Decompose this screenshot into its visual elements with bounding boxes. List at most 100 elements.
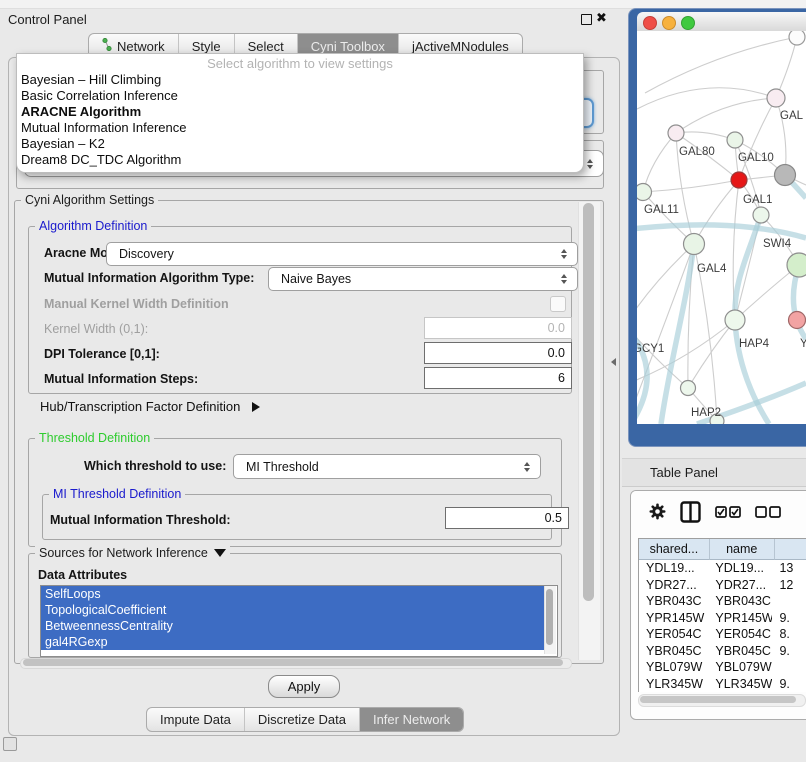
close-window-icon[interactable] (643, 16, 657, 30)
network-node[interactable] (787, 253, 806, 277)
network-node-label: HAP2 (691, 407, 721, 419)
table-cell: YBR045C (708, 643, 772, 660)
algorithm-option[interactable]: Basic Correlation Inference (17, 88, 583, 104)
settings-scrollbar-thumb[interactable] (583, 203, 594, 601)
column-header-name[interactable]: name (710, 539, 775, 560)
data-attribute-item[interactable]: BetweennessCentrality (41, 618, 546, 634)
aracne-mode-combo[interactable]: Discovery (106, 242, 578, 266)
kernel-width-label: Kernel Width (0,1): (44, 322, 148, 336)
split-columns-icon[interactable] (680, 501, 701, 528)
mi-threshold-label: Mutual Information Threshold: (50, 513, 231, 527)
network-node[interactable] (753, 207, 769, 223)
table-panel-title: Table Panel (622, 465, 718, 480)
network-edge[interactable] (739, 98, 776, 180)
mi-steps-field[interactable]: 6 (424, 367, 572, 389)
table-cell: 9. (772, 643, 806, 660)
network-node[interactable] (789, 31, 805, 45)
dropdown-placeholder: Select algorithm to view settings (17, 54, 583, 72)
dropdown-items: Bayesian – Hill ClimbingBasic Correlatio… (17, 72, 583, 168)
algorithm-option[interactable]: Bayesian – Hill Climbing (17, 72, 583, 88)
table-cell: YBR043C (708, 593, 772, 610)
network-window-titlebar[interactable] (637, 12, 806, 31)
minimize-window-icon[interactable] (662, 16, 676, 30)
kernel-width-field[interactable]: 0.0 (424, 317, 572, 339)
network-node[interactable] (767, 89, 785, 107)
algorithm-option[interactable]: Mutual Information Inference (17, 120, 583, 136)
table-row[interactable]: YBR045CYBR045C9. (639, 643, 806, 660)
collapsed-panel-icon[interactable] (3, 737, 17, 751)
attr-list-scrollbar-thumb[interactable] (546, 589, 553, 645)
table-header-row: shared... name (639, 539, 806, 560)
network-edge[interactable] (735, 265, 799, 320)
network-node[interactable] (668, 125, 684, 141)
algorithm-option[interactable]: Dream8 DC_TDC Algorithm (17, 152, 583, 168)
network-node-label: SWI4 (763, 238, 792, 250)
network-edge-highlighted[interactable] (637, 225, 806, 238)
algorithm-option[interactable]: ARACNE Algorithm (17, 104, 583, 120)
which-threshold-combo[interactable]: MI Threshold (233, 454, 541, 479)
network-view[interactable]: GALGAL80GAL10GAL1GAL11SWI4GAL4GCY1HAP4YH… (637, 31, 806, 424)
table-toolbar (631, 491, 806, 537)
table-row[interactable]: YDR27...YDR27...12 (639, 577, 806, 594)
gear-icon[interactable] (649, 503, 666, 525)
table-hscrollbar-track[interactable] (638, 694, 806, 707)
table-row[interactable]: YBR043CYBR043C (639, 593, 806, 610)
network-canvas[interactable]: GALGAL80GAL10GAL1GAL11SWI4GAL4GCY1HAP4YH… (637, 31, 806, 424)
tab-discretize-data[interactable]: Discretize Data (245, 708, 360, 731)
network-node[interactable] (727, 132, 743, 148)
mi-steps-label: Mutual Information Steps: (44, 372, 198, 386)
network-icon (102, 38, 112, 54)
network-edge[interactable] (694, 180, 739, 244)
network-node[interactable] (681, 381, 696, 396)
table-cell: 8. (772, 626, 806, 643)
mi-type-combo[interactable]: Naive Bayes (268, 267, 578, 291)
manual-kernel-checkbox[interactable] (550, 296, 566, 312)
deselect-all-columns-icon[interactable] (755, 505, 781, 523)
network-node[interactable] (731, 172, 747, 188)
bottom-tabs: Impute Data Discretize Data Infer Networ… (146, 707, 464, 732)
hub-definition-toggle[interactable]: Hub/Transcription Factor Definition (40, 399, 260, 414)
mi-threshold-field[interactable]: 0.5 (445, 507, 569, 529)
split-collapse-icon[interactable] (611, 358, 616, 366)
close-panel-icon[interactable]: ✖ (596, 10, 607, 26)
network-edge[interactable] (643, 133, 676, 192)
tab-infer-network[interactable]: Infer Network (360, 708, 463, 731)
network-node[interactable] (789, 312, 806, 329)
network-node[interactable] (684, 234, 705, 255)
data-attribute-item[interactable]: SelfLoops (41, 586, 546, 602)
float-panel-icon[interactable] (581, 14, 592, 25)
apply-button[interactable]: Apply (268, 675, 340, 698)
network-edge[interactable] (645, 37, 797, 93)
table-cell: YBR043C (639, 593, 708, 610)
maximize-window-icon[interactable] (681, 16, 695, 30)
algorithm-option[interactable]: Bayesian – K2 (17, 136, 583, 152)
table-cell: YBL079W (708, 659, 772, 676)
collapse-arrow-icon[interactable] (214, 549, 226, 557)
column-header-3[interactable] (775, 539, 806, 560)
network-edge-highlighted[interactable] (661, 244, 694, 424)
table-cell (772, 593, 806, 610)
tab-impute-data[interactable]: Impute Data (147, 708, 245, 731)
table-row[interactable]: YBL079WYBL079W (639, 659, 806, 676)
network-edge[interactable] (776, 37, 797, 98)
network-node-label: GAL11 (644, 204, 679, 216)
table-hscrollbar-thumb[interactable] (640, 696, 796, 703)
data-attribute-item[interactable]: gal4RGexp (41, 634, 546, 650)
network-node-label: Y (800, 338, 806, 350)
settings-hscrollbar-thumb[interactable] (23, 659, 563, 666)
network-node[interactable] (725, 310, 745, 330)
table-row[interactable]: YER054CYER054C8. (639, 626, 806, 643)
table-row[interactable]: YLR345WYLR345W9. (639, 676, 806, 693)
table-row[interactable]: YPR145WYPR145W9. (639, 610, 806, 627)
network-node[interactable] (637, 184, 652, 201)
table-cell: 9. (772, 676, 806, 693)
column-header-shared-name[interactable]: shared... (639, 539, 710, 560)
network-edge[interactable] (637, 88, 776, 109)
dpi-tolerance-field[interactable]: 0.0 (424, 342, 572, 364)
data-attribute-item[interactable]: TopologicalCoefficient (41, 602, 546, 618)
network-node-label: GAL1 (743, 194, 772, 206)
network-node[interactable] (775, 165, 796, 186)
network-edge[interactable] (643, 180, 739, 192)
select-all-columns-icon[interactable] (715, 505, 741, 523)
table-row[interactable]: YDL19...YDL19...13 (639, 560, 806, 577)
